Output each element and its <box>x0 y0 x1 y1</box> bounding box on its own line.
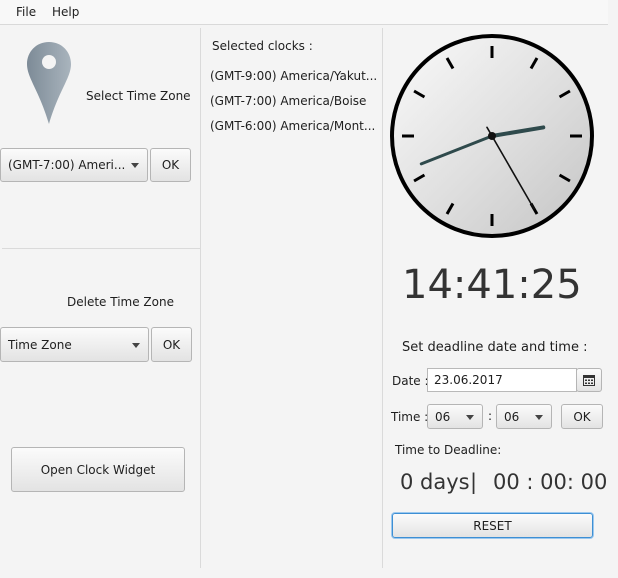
chevron-down-icon <box>131 163 139 168</box>
calendar-button[interactable] <box>576 368 602 392</box>
divider-horizontal <box>2 248 200 249</box>
minute-select-value: 06 <box>504 409 520 424</box>
menu-bar: File Help <box>0 0 608 25</box>
delete-timezone-select-value: Time Zone <box>8 337 72 352</box>
date-field[interactable]: 23.06.2017 <box>427 368 577 392</box>
select-tz-label: Select Time Zone <box>86 89 191 103</box>
analog-clock <box>390 34 594 238</box>
reset-button[interactable]: RESET <box>392 513 593 538</box>
deadline-title: Set deadline date and time : <box>402 340 588 355</box>
time-colon: : <box>488 409 493 423</box>
divider-right <box>382 28 383 568</box>
time-label: Time : <box>391 410 429 424</box>
menu-file[interactable]: File <box>16 5 36 19</box>
chevron-down-icon <box>466 414 474 420</box>
digital-clock: 14:41:25 <box>402 262 582 308</box>
chevron-down-icon <box>132 342 140 348</box>
delete-tz-label: Delete Time Zone <box>67 295 174 309</box>
location-pin-icon <box>27 42 71 124</box>
timezone-select[interactable]: (GMT-7:00) Ameri... <box>0 148 148 182</box>
hour-select-value: 06 <box>435 409 451 424</box>
clock-center <box>488 132 496 140</box>
date-label: Date : <box>392 374 429 388</box>
calendar-icon <box>583 374 595 386</box>
open-clock-widget-button[interactable]: Open Clock Widget <box>11 447 185 492</box>
list-item[interactable]: (GMT-6:00) America/Mont... <box>210 119 375 133</box>
timezone-select-value: (GMT-7:00) Ameri... <box>8 158 126 172</box>
delete-timezone-select[interactable]: Time Zone <box>0 327 149 362</box>
menu-help[interactable]: Help <box>52 5 79 19</box>
list-item[interactable]: (GMT-9:00) America/Yakut... <box>210 69 377 83</box>
time-ok-button[interactable]: OK <box>561 404 603 429</box>
minute-select[interactable]: 06 <box>496 404 552 429</box>
hour-select[interactable]: 06 <box>427 404 483 429</box>
chevron-down-icon <box>535 414 543 420</box>
selected-clocks-title: Selected clocks : <box>212 39 313 53</box>
days-remaining: 0 days <box>400 470 470 494</box>
delete-ok-button[interactable]: OK <box>151 327 192 362</box>
countdown-time: 00 : 00: 00 <box>493 470 608 494</box>
time-to-deadline-label: Time to Deadline: <box>395 443 502 457</box>
select-ok-button[interactable]: OK <box>150 148 191 182</box>
countdown-separator: | <box>470 470 478 494</box>
list-item[interactable]: (GMT-7:00) America/Boise <box>210 94 366 108</box>
divider-left <box>200 28 201 568</box>
